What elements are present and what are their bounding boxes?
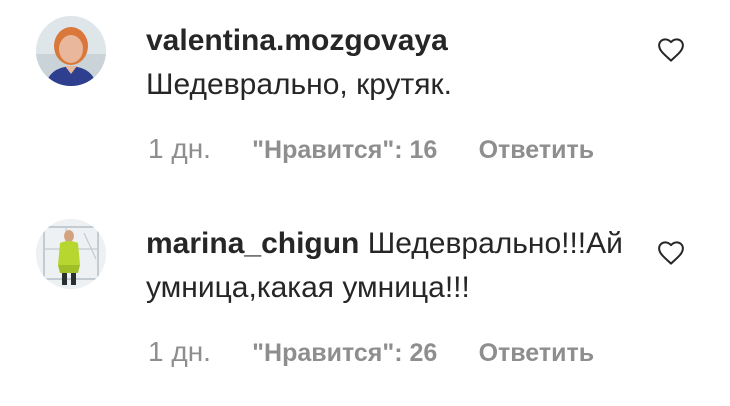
comment-text: Шедеврально, крутяк. bbox=[146, 68, 452, 101]
comment-meta: 1 дн. "Нравится": 26 Ответить bbox=[148, 337, 594, 368]
comment-likes-count[interactable]: "Нравится": 16 bbox=[252, 135, 437, 165]
comment-likes-count[interactable]: "Нравится": 26 bbox=[252, 338, 437, 368]
avatar-image bbox=[36, 219, 106, 289]
comment-time: 1 дн. bbox=[148, 133, 211, 164]
comment-time: 1 дн. bbox=[148, 336, 211, 367]
reply-button[interactable]: Ответить bbox=[479, 338, 595, 368]
heart-outline-icon[interactable] bbox=[656, 35, 686, 65]
avatar-image bbox=[36, 16, 106, 86]
comment-username[interactable]: valentina.mozgovaya bbox=[146, 19, 646, 63]
comment-meta: 1 дн. "Нравится": 16 Ответить bbox=[148, 134, 594, 165]
reply-button[interactable]: Ответить bbox=[479, 135, 595, 165]
avatar[interactable] bbox=[36, 16, 106, 86]
comment-username[interactable]: marina_chigun bbox=[146, 227, 359, 260]
comment-text-block: valentina.mozgovaya Шедеврально, крутяк. bbox=[146, 19, 646, 107]
avatar[interactable] bbox=[36, 219, 106, 289]
heart-outline-icon[interactable] bbox=[656, 238, 686, 268]
comment-text-block: marina_chigun Шедеврально!!!Ай умница,ка… bbox=[146, 222, 646, 310]
